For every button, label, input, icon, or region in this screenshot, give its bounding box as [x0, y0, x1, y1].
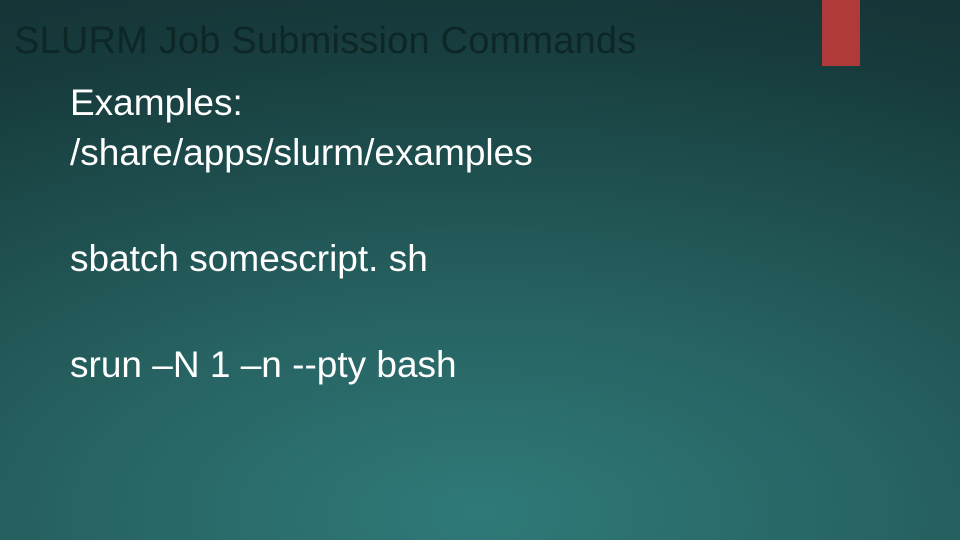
examples-label: Examples:	[70, 78, 920, 128]
srun-command: srun –N 1 –n --pty bash	[70, 340, 920, 390]
slide-title: SLURM Job Submission Commands	[14, 20, 636, 63]
spacer	[70, 178, 920, 234]
spacer	[70, 284, 920, 340]
sbatch-command: sbatch somescript. sh	[70, 234, 920, 284]
examples-path: /share/apps/slurm/examples	[70, 128, 920, 178]
slide-content: Examples: /share/apps/slurm/examples sba…	[70, 78, 920, 390]
slide: SLURM Job Submission Commands Examples: …	[0, 0, 960, 540]
accent-bar	[822, 0, 860, 66]
